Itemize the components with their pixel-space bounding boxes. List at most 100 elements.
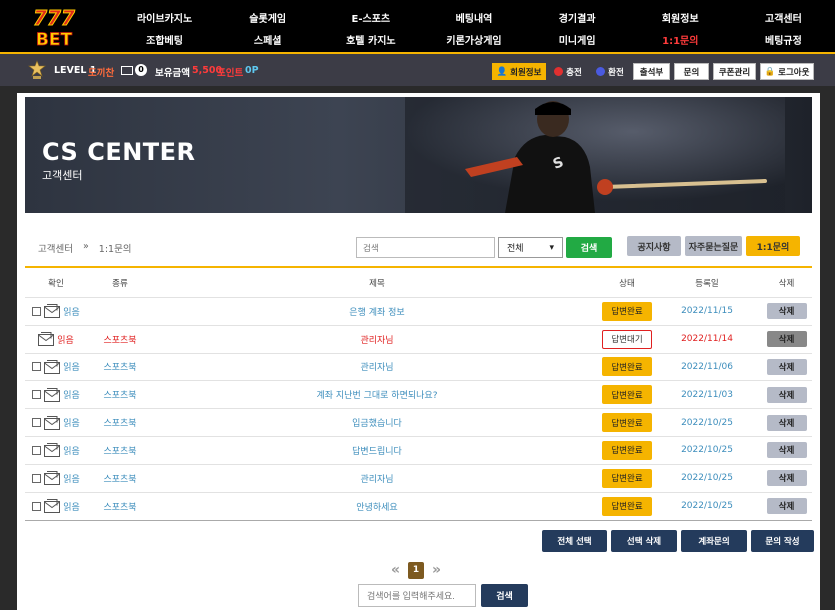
nav-item[interactable]: 회원정보	[629, 6, 732, 28]
banner-subtitle: 고객센터	[42, 169, 83, 182]
table-row[interactable]: 읽음 스포츠북 관리자님 답변완료 2022/10/25 삭제	[25, 465, 812, 493]
user-name[interactable]: 도끼찬	[88, 65, 114, 79]
read-label: 읽음	[63, 419, 80, 430]
search-button[interactable]: 검색	[566, 237, 612, 258]
row-status-cell: 답변대기	[601, 329, 653, 349]
row-title[interactable]: 은행 계좌 정보	[153, 305, 601, 318]
money-label: 보유금액	[155, 68, 190, 79]
account-inquiry-button[interactable]: 계좌문의	[681, 530, 747, 552]
nav-item[interactable]: 슬롯게임	[216, 6, 319, 28]
row-title[interactable]: 관리자님	[153, 360, 601, 373]
exchange-button[interactable]: 환전	[591, 63, 629, 80]
coupon-button[interactable]: 쿠폰관리	[713, 63, 756, 80]
table-row[interactable]: 읽음 스포츠북 관리자님 답변대기 2022/11/14 삭제	[25, 326, 812, 354]
rank-badge-icon	[28, 60, 46, 79]
row-title[interactable]: 입금했습니다	[153, 416, 601, 429]
lock-icon: 🔒	[764, 66, 776, 77]
row-type: 스포츠북	[103, 446, 137, 457]
prev-page-button[interactable]: «	[391, 562, 400, 578]
breadcrumb-root[interactable]: 고객센터	[38, 241, 73, 255]
row-title[interactable]: 관리자님	[153, 472, 601, 485]
write-inquiry-button[interactable]: 문의 작성	[751, 530, 814, 552]
category-select[interactable]: 전체 ▾	[498, 237, 563, 258]
member-info-button[interactable]: 👤 회원정보	[492, 63, 546, 80]
row-type: 스포츠북	[103, 502, 137, 513]
table-row[interactable]: 읽음 스포츠북 관리자님 답변완료 2022/11/06 삭제	[25, 354, 812, 382]
charge-button[interactable]: 충전	[550, 63, 586, 80]
row-checkbox[interactable]	[32, 473, 42, 483]
tab-inquiry[interactable]: 1:1문의	[746, 236, 800, 256]
status-badge: 답변완료	[602, 385, 652, 405]
nav-item[interactable]: 조합베팅	[113, 28, 216, 50]
row-checkbox[interactable]	[32, 362, 42, 372]
table-row[interactable]: 읽음 스포츠북 계좌 지난번 그대로 하면되나요? 답변완료 2022/11/03 삭제	[25, 381, 812, 410]
row-checkbox[interactable]	[32, 306, 42, 316]
delete-button[interactable]: 삭제	[766, 414, 807, 431]
nav-item[interactable]: 베팅내역	[422, 6, 525, 28]
pagination: « 1 »	[391, 561, 441, 579]
row-date: 2022/11/14	[681, 334, 733, 345]
mail-count-badge: 0	[135, 64, 147, 76]
delete-button[interactable]: 삭제	[766, 331, 807, 348]
header-check: 확인	[48, 278, 64, 289]
delete-button[interactable]: 삭제	[766, 442, 807, 459]
page-number[interactable]: 1	[408, 561, 425, 579]
nav-item[interactable]: 1:1문의	[629, 28, 732, 50]
delete-button[interactable]: 삭제	[766, 470, 807, 487]
row-title[interactable]: 관리자님	[153, 333, 601, 346]
delete-button[interactable]: 삭제	[766, 358, 807, 375]
nav-item[interactable]: 키론가상게임	[422, 28, 525, 50]
row-checkbox[interactable]	[32, 390, 42, 400]
table-row[interactable]: 읽음 스포츠북 입금했습니다 답변완료 2022/10/25 삭제	[25, 409, 812, 437]
nav-item[interactable]: E-스포츠	[319, 6, 422, 28]
read-label: 읽음	[63, 502, 80, 513]
envelope-icon	[44, 359, 61, 374]
nav-item[interactable]: 경기결과	[526, 6, 629, 28]
table-row[interactable]: 읽음 스포츠북 답변드립니다 답변완료 2022/10/25 삭제	[25, 437, 812, 465]
row-status-cell: 답변완료	[601, 413, 653, 433]
row-status-cell: 답변완료	[601, 357, 653, 377]
row-checkbox[interactable]	[32, 418, 42, 428]
status-badge: 답변완료	[602, 413, 652, 433]
table-row[interactable]: 읽음 스포츠북 안녕하세요 답변완료 2022/10/25 삭제	[25, 493, 812, 521]
row-date: 2022/11/15	[681, 306, 733, 317]
row-type: 스포츠북	[103, 363, 137, 374]
tab-notice[interactable]: 공지사항	[627, 236, 681, 256]
delete-button[interactable]: 삭제	[766, 498, 807, 515]
bottom-search-input[interactable]	[358, 584, 476, 607]
nav-item[interactable]: 호텔 카지노	[319, 28, 422, 50]
row-delete-cell: 삭제	[761, 442, 812, 459]
row-check-cell: 읽음	[25, 443, 87, 458]
delete-button[interactable]: 삭제	[766, 386, 807, 403]
search-input[interactable]	[356, 237, 495, 258]
row-type: 스포츠북	[103, 474, 137, 485]
nav-item[interactable]: 스페셜	[216, 28, 319, 50]
next-page-button[interactable]: »	[432, 562, 441, 578]
bottom-search-button[interactable]: 검색	[481, 584, 528, 607]
breadcrumb-separator: »	[82, 241, 89, 252]
nav-item[interactable]: 미니게임	[526, 28, 629, 50]
envelope-icon	[44, 443, 61, 458]
select-all-button[interactable]: 전체 선택	[542, 530, 607, 552]
row-date: 2022/10/25	[681, 445, 733, 456]
row-checkbox[interactable]	[32, 501, 42, 511]
row-title[interactable]: 계좌 지난번 그대로 하면되나요?	[153, 388, 601, 401]
delete-selected-button[interactable]: 선택 삭제	[611, 530, 677, 552]
logo-777-bet[interactable]: 777 BET	[22, 5, 86, 50]
baseball-player-image: S	[405, 97, 785, 213]
nav-item[interactable]: 고객센터	[732, 6, 835, 28]
inquiry-button[interactable]: 문의	[674, 63, 709, 80]
table-row[interactable]: 읽음 은행 계좌 정보 답변완료 2022/11/15 삭제	[25, 298, 812, 326]
row-title[interactable]: 답변드립니다	[153, 444, 601, 457]
delete-button[interactable]: 삭제	[766, 303, 807, 320]
read-label: 읽음	[63, 307, 80, 318]
breadcrumb-current: 1:1문의	[98, 244, 132, 255]
row-title[interactable]: 안녕하세요	[153, 500, 601, 513]
logout-button[interactable]: 🔒 로그아웃	[760, 63, 814, 80]
row-checkbox[interactable]	[32, 445, 42, 455]
attendance-button[interactable]: 출석부	[633, 63, 670, 80]
mail-icon[interactable]	[121, 66, 133, 75]
nav-item[interactable]: 라이브카지노	[113, 6, 216, 28]
tab-faq[interactable]: 자주묻는질문	[685, 236, 742, 256]
nav-item[interactable]: 베팅규정	[732, 28, 835, 50]
